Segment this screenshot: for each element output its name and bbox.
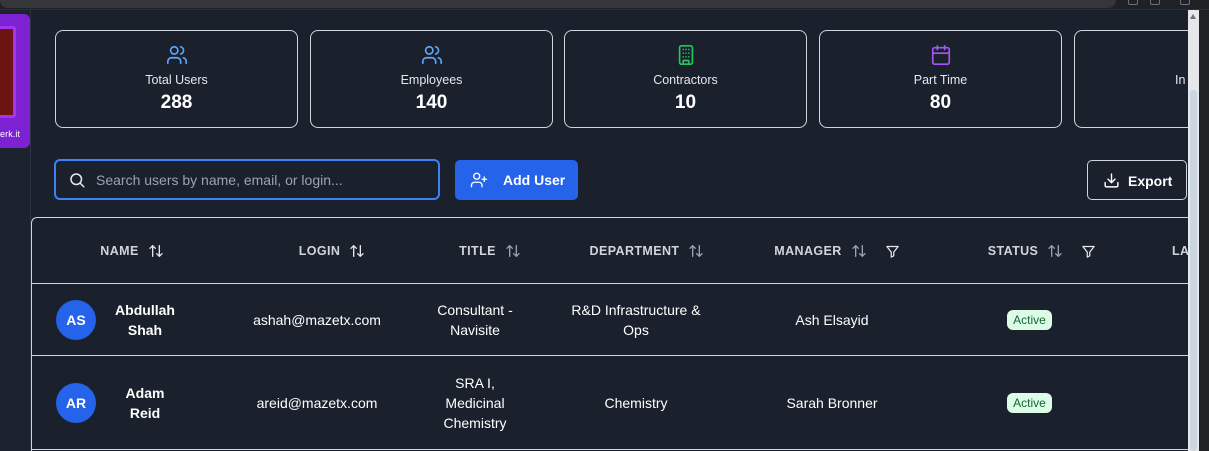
column-header-name[interactable]: NAME xyxy=(72,218,192,284)
column-header-manager[interactable]: MANAGER xyxy=(762,218,912,284)
user-plus-icon xyxy=(470,172,488,188)
address-bar[interactable] xyxy=(0,0,1116,8)
sidebar: erk.it xyxy=(0,10,31,451)
column-header-department[interactable]: DEPARTMENT xyxy=(572,218,722,284)
column-header-title[interactable]: TITLE xyxy=(430,218,550,284)
user-manager: Ash Elsayid xyxy=(795,311,869,328)
search-input[interactable] xyxy=(96,161,426,198)
user-title: Consultant - Navisite xyxy=(437,301,513,338)
scrollbar-thumb[interactable] xyxy=(1190,90,1197,451)
users-icon xyxy=(166,45,187,65)
brand-text: erk.it xyxy=(0,129,21,139)
stat-label: Total Users xyxy=(145,73,208,87)
stat-card-part-time[interactable]: Part Time 80 xyxy=(819,30,1062,128)
user-title: SRA I, Medicinal Chemistry xyxy=(443,375,507,431)
sort-icon[interactable] xyxy=(505,243,521,259)
column-label: TITLE xyxy=(459,244,496,258)
user-department: Chemistry xyxy=(604,395,668,411)
stat-card-employees[interactable]: Employees 140 xyxy=(310,30,553,128)
avatar: AS xyxy=(56,300,96,340)
stat-value: 288 xyxy=(160,92,193,113)
sort-icon[interactable] xyxy=(349,243,365,259)
user-login: ashah@mazetx.com xyxy=(253,311,381,328)
stat-card-partial[interactable]: In xyxy=(1074,30,1188,128)
column-label: LOGIN xyxy=(298,244,341,258)
table-row[interactable]: AS Abdullah Shah ashah@mazetx.com Consul… xyxy=(32,284,1188,356)
stat-value: 140 xyxy=(415,92,448,113)
status-badge: Active xyxy=(1007,393,1052,413)
scroll-up-icon[interactable] xyxy=(1190,14,1196,19)
column-header-status[interactable]: STATUS xyxy=(967,218,1117,284)
stat-value: 80 xyxy=(929,92,952,113)
main-content: Total Users 288 Employees 140 Contractor… xyxy=(31,10,1188,451)
status-badge: Active xyxy=(1007,309,1052,330)
sort-icon[interactable] xyxy=(851,243,867,259)
extension-icon[interactable] xyxy=(1128,0,1138,5)
stat-card-contractors[interactable]: Contractors 10 xyxy=(564,30,807,128)
window-edge xyxy=(1199,10,1209,451)
add-user-button[interactable]: Add User xyxy=(455,160,578,200)
avatar: AR xyxy=(56,383,96,423)
stat-value: 10 xyxy=(674,92,697,113)
vertical-scrollbar[interactable] xyxy=(1188,10,1199,451)
column-header-last[interactable]: LA xyxy=(1172,218,1188,284)
search-icon xyxy=(70,173,85,188)
status-cell: Active xyxy=(972,357,1087,449)
user-name[interactable]: Adam Reid xyxy=(110,357,180,449)
export-label: Export xyxy=(1128,173,1173,189)
users-table: NAME LOGIN TITLE DEPARTMENT MANAGER STAT… xyxy=(31,217,1188,451)
calendar-icon xyxy=(931,45,950,65)
filter-icon[interactable] xyxy=(1081,244,1096,259)
add-user-label: Add User xyxy=(503,172,566,188)
users-icon xyxy=(421,45,442,65)
stat-card-total-users[interactable]: Total Users 288 xyxy=(55,30,298,128)
building-icon xyxy=(678,45,693,65)
column-label: LA xyxy=(1172,244,1188,258)
export-button[interactable]: Export xyxy=(1087,160,1187,200)
brand-logo[interactable]: erk.it xyxy=(0,14,30,148)
status-cell: Active xyxy=(972,284,1087,355)
stat-label: Part Time xyxy=(913,73,968,87)
column-label: DEPARTMENT xyxy=(589,244,680,258)
column-label: STATUS xyxy=(987,244,1039,258)
sort-icon[interactable] xyxy=(148,243,164,259)
search-box[interactable] xyxy=(54,159,440,200)
user-department: R&D Infrastructure & Ops xyxy=(571,301,701,338)
download-icon xyxy=(1104,173,1119,188)
table-row[interactable]: AR Adam Reid areid@mazetx.com SRA I, Med… xyxy=(32,357,1188,450)
column-label: NAME xyxy=(100,244,139,258)
table-header: NAME LOGIN TITLE DEPARTMENT MANAGER STAT… xyxy=(32,218,1188,284)
menu-icon[interactable] xyxy=(1150,0,1160,5)
sort-icon[interactable] xyxy=(1047,243,1063,259)
user-name[interactable]: Abdullah Shah xyxy=(110,284,180,355)
window-icon[interactable] xyxy=(1180,0,1190,5)
sort-icon[interactable] xyxy=(688,243,704,259)
user-login: areid@mazetx.com xyxy=(256,395,378,411)
filter-icon[interactable] xyxy=(885,244,900,259)
column-header-login[interactable]: LOGIN xyxy=(257,218,407,284)
column-label: MANAGER xyxy=(774,244,842,258)
user-manager: Sarah Bronner xyxy=(786,395,878,411)
brand-logo-mark xyxy=(0,26,16,118)
browser-topbar xyxy=(0,0,1209,10)
stat-label: Employees xyxy=(400,73,463,87)
stat-label: Contractors xyxy=(653,73,718,87)
stat-label: In xyxy=(1175,73,1186,87)
